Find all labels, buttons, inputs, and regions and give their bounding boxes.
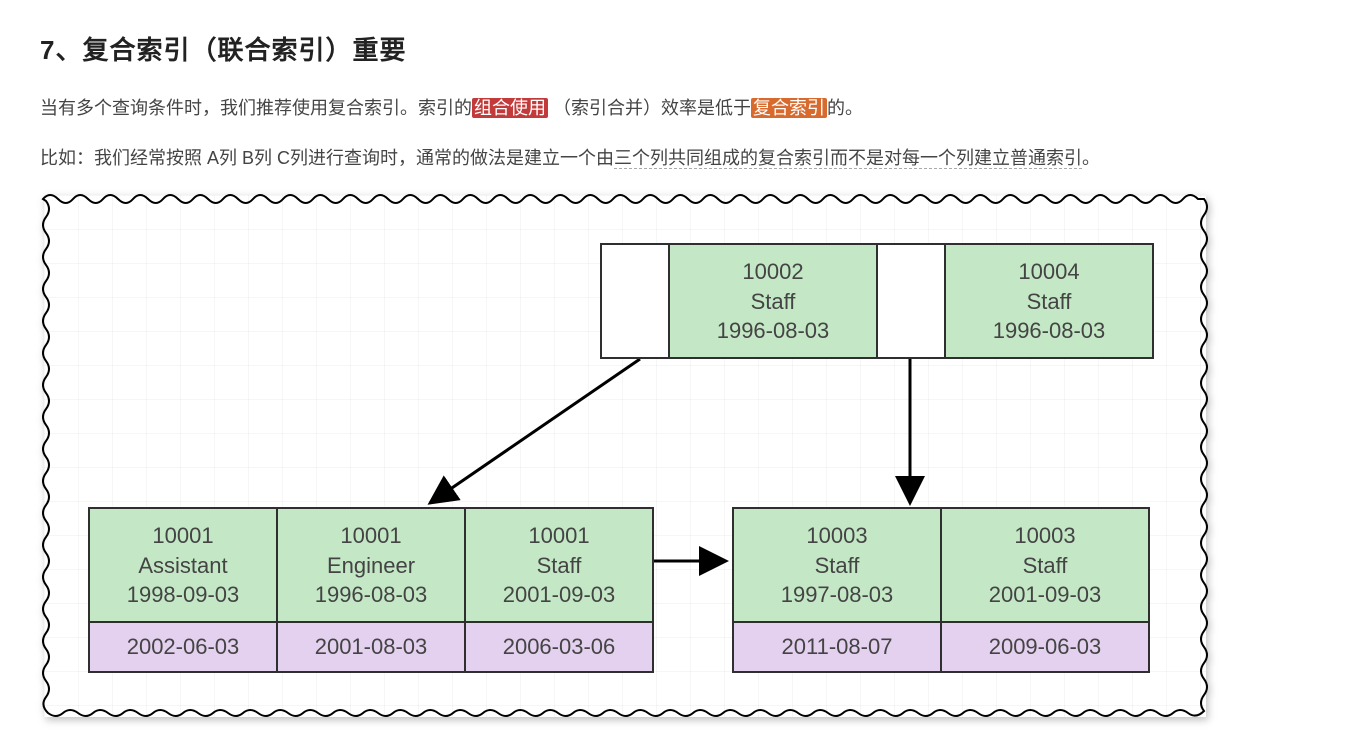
text: 当有多个查询条件时，我们推荐使用复合索引。索引的: [40, 98, 472, 118]
paragraph-example: 比如：我们经常按照 A列 B列 C列进行查询时，通常的做法是建立一个由三个列共同…: [40, 141, 1305, 175]
text: （索引合并）效率是低于: [553, 98, 751, 118]
root-key2-id: 10004: [946, 257, 1152, 287]
leaf-left-0: 10001 Assistant 1998-09-03: [88, 507, 278, 623]
root-key1-id: 10002: [670, 257, 876, 287]
leaf-id: 10001: [466, 521, 652, 551]
root-pointer-0: [600, 243, 670, 359]
leaf-date: 1998-09-03: [90, 580, 276, 610]
leaf-date: 2001-09-03: [466, 580, 652, 610]
leaf-id: 10003: [734, 521, 940, 551]
root-key-2: 10004 Staff 1996-08-03: [944, 243, 1154, 359]
leaf-right-1-extra: 2009-06-03: [940, 623, 1150, 673]
emphasis-span: 三个列共同组成的复合索引而不是对每一个列建立普通索引: [614, 148, 1082, 169]
leaf-date: 2001-09-03: [942, 580, 1148, 610]
text: 的。: [827, 98, 863, 118]
root-pointer-1: [876, 243, 946, 359]
leaf-left-2: 10001 Staff 2001-09-03: [464, 507, 654, 623]
root-key-1: 10002 Staff 1996-08-03: [668, 243, 878, 359]
leaf-role: Assistant: [90, 551, 276, 581]
leaf-left-0-extra: 2002-06-03: [88, 623, 278, 673]
root-key1-role: Staff: [670, 287, 876, 317]
leaf-left-1-extra: 2001-08-03: [276, 623, 466, 673]
text: 。: [1082, 148, 1100, 168]
leaf-role: Staff: [734, 551, 940, 581]
leaf-left-1: 10001 Engineer 1996-08-03: [276, 507, 466, 623]
leaf-right-1: 10003 Staff 2001-09-03: [940, 507, 1150, 623]
leaf-date: 1996-08-03: [278, 580, 464, 610]
text: 比如：我们经常按照 A列 B列 C列进行查询时，通常的做法是建立一个由: [40, 148, 614, 168]
leaf-id: 10001: [90, 521, 276, 551]
root-key2-role: Staff: [946, 287, 1152, 317]
leaf-id: 10001: [278, 521, 464, 551]
leaf-right-0: 10003 Staff 1997-08-03: [732, 507, 942, 623]
root-key1-date: 1996-08-03: [670, 316, 876, 346]
highlight-combined-use: 组合使用: [472, 98, 548, 118]
leaf-left-2-extra: 2006-03-06: [464, 623, 654, 673]
root-key2-date: 1996-08-03: [946, 316, 1152, 346]
leaf-right-0-extra: 2011-08-07: [732, 623, 942, 673]
leaf-role: Staff: [942, 551, 1148, 581]
leaf-role: Staff: [466, 551, 652, 581]
section-heading: 7、复合索引（联合索引）重要: [40, 30, 1305, 67]
paragraph-intro: 当有多个查询条件时，我们推荐使用复合索引。索引的组合使用 （索引合并）效率是低于…: [40, 91, 1305, 125]
index-tree-diagram: 10002 Staff 1996-08-03 10004 Staff 1996-…: [40, 191, 1210, 721]
leaf-role: Engineer: [278, 551, 464, 581]
leaf-date: 1997-08-03: [734, 580, 940, 610]
highlight-composite-index: 复合索引: [751, 98, 827, 118]
leaf-id: 10003: [942, 521, 1148, 551]
